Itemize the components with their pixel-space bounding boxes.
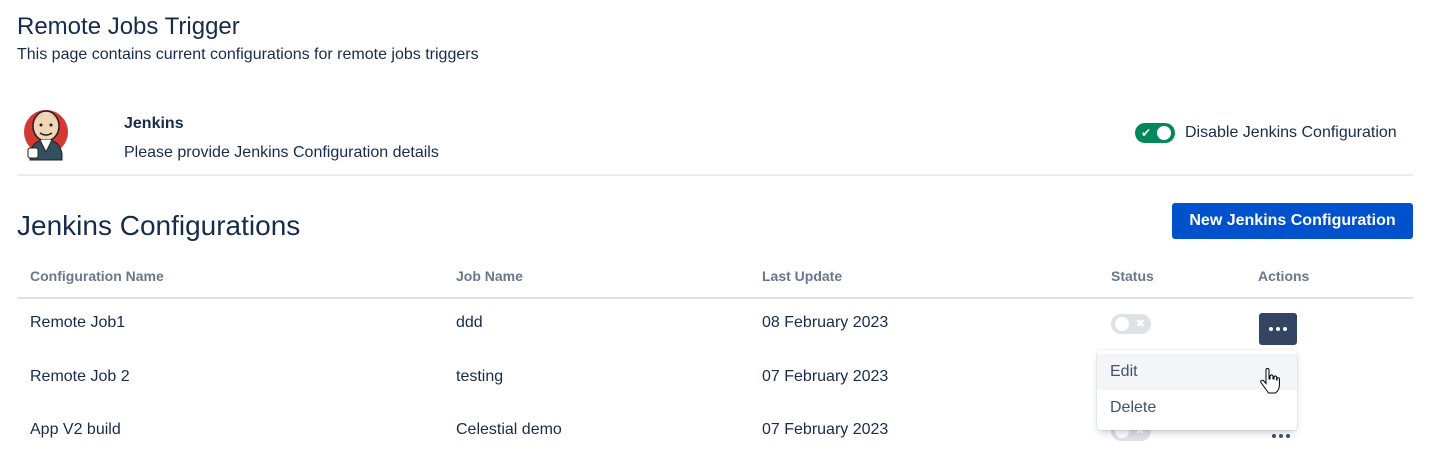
status-toggle[interactable]: ✖: [1111, 314, 1151, 334]
menu-item-delete[interactable]: Delete: [1097, 390, 1297, 426]
column-header-status: Status: [1111, 268, 1154, 284]
last-update: 07 February 2023: [762, 368, 889, 385]
check-icon: ✔: [1141, 126, 1152, 140]
configuration-name: Remote Job 2: [30, 368, 130, 385]
toggle-knob: [1157, 126, 1171, 140]
configuration-name: App V2 build: [30, 421, 121, 438]
job-name: testing: [456, 368, 504, 385]
disable-jenkins-toggle[interactable]: ✔: [1135, 123, 1175, 143]
table-header-divider: [17, 297, 1413, 299]
page-subtitle: This page contains current configuration…: [17, 46, 479, 63]
jenkins-butler-icon: [24, 110, 68, 161]
toggle-knob: [1115, 317, 1129, 331]
configuration-name: Remote Job1: [30, 314, 126, 331]
page-title: Remote Jobs Trigger: [17, 13, 240, 40]
actions-menu-button[interactable]: [1259, 313, 1297, 345]
cross-icon: ✖: [1135, 318, 1145, 330]
column-header-job-name[interactable]: Job Name: [456, 268, 523, 284]
configurations-title: Jenkins Configurations: [17, 210, 301, 241]
last-update: 07 February 2023: [762, 421, 889, 438]
section-divider: [17, 174, 1413, 176]
plugin-description: Please provide Jenkins Configuration det…: [124, 144, 439, 161]
column-header-configuration-name[interactable]: Configuration Name: [30, 268, 164, 284]
new-jenkins-configuration-button[interactable]: New Jenkins Configuration: [1172, 203, 1413, 239]
column-header-last-update[interactable]: Last Update: [762, 268, 842, 284]
job-name: Celestial demo: [456, 421, 562, 438]
hand-pointer-icon: [1260, 368, 1280, 394]
disable-jenkins-label: Disable Jenkins Configuration: [1185, 124, 1397, 141]
plugin-name: Jenkins: [124, 115, 184, 132]
column-header-actions: Actions: [1258, 268, 1310, 284]
job-name: ddd: [456, 314, 483, 331]
last-update: 08 February 2023: [762, 314, 889, 331]
